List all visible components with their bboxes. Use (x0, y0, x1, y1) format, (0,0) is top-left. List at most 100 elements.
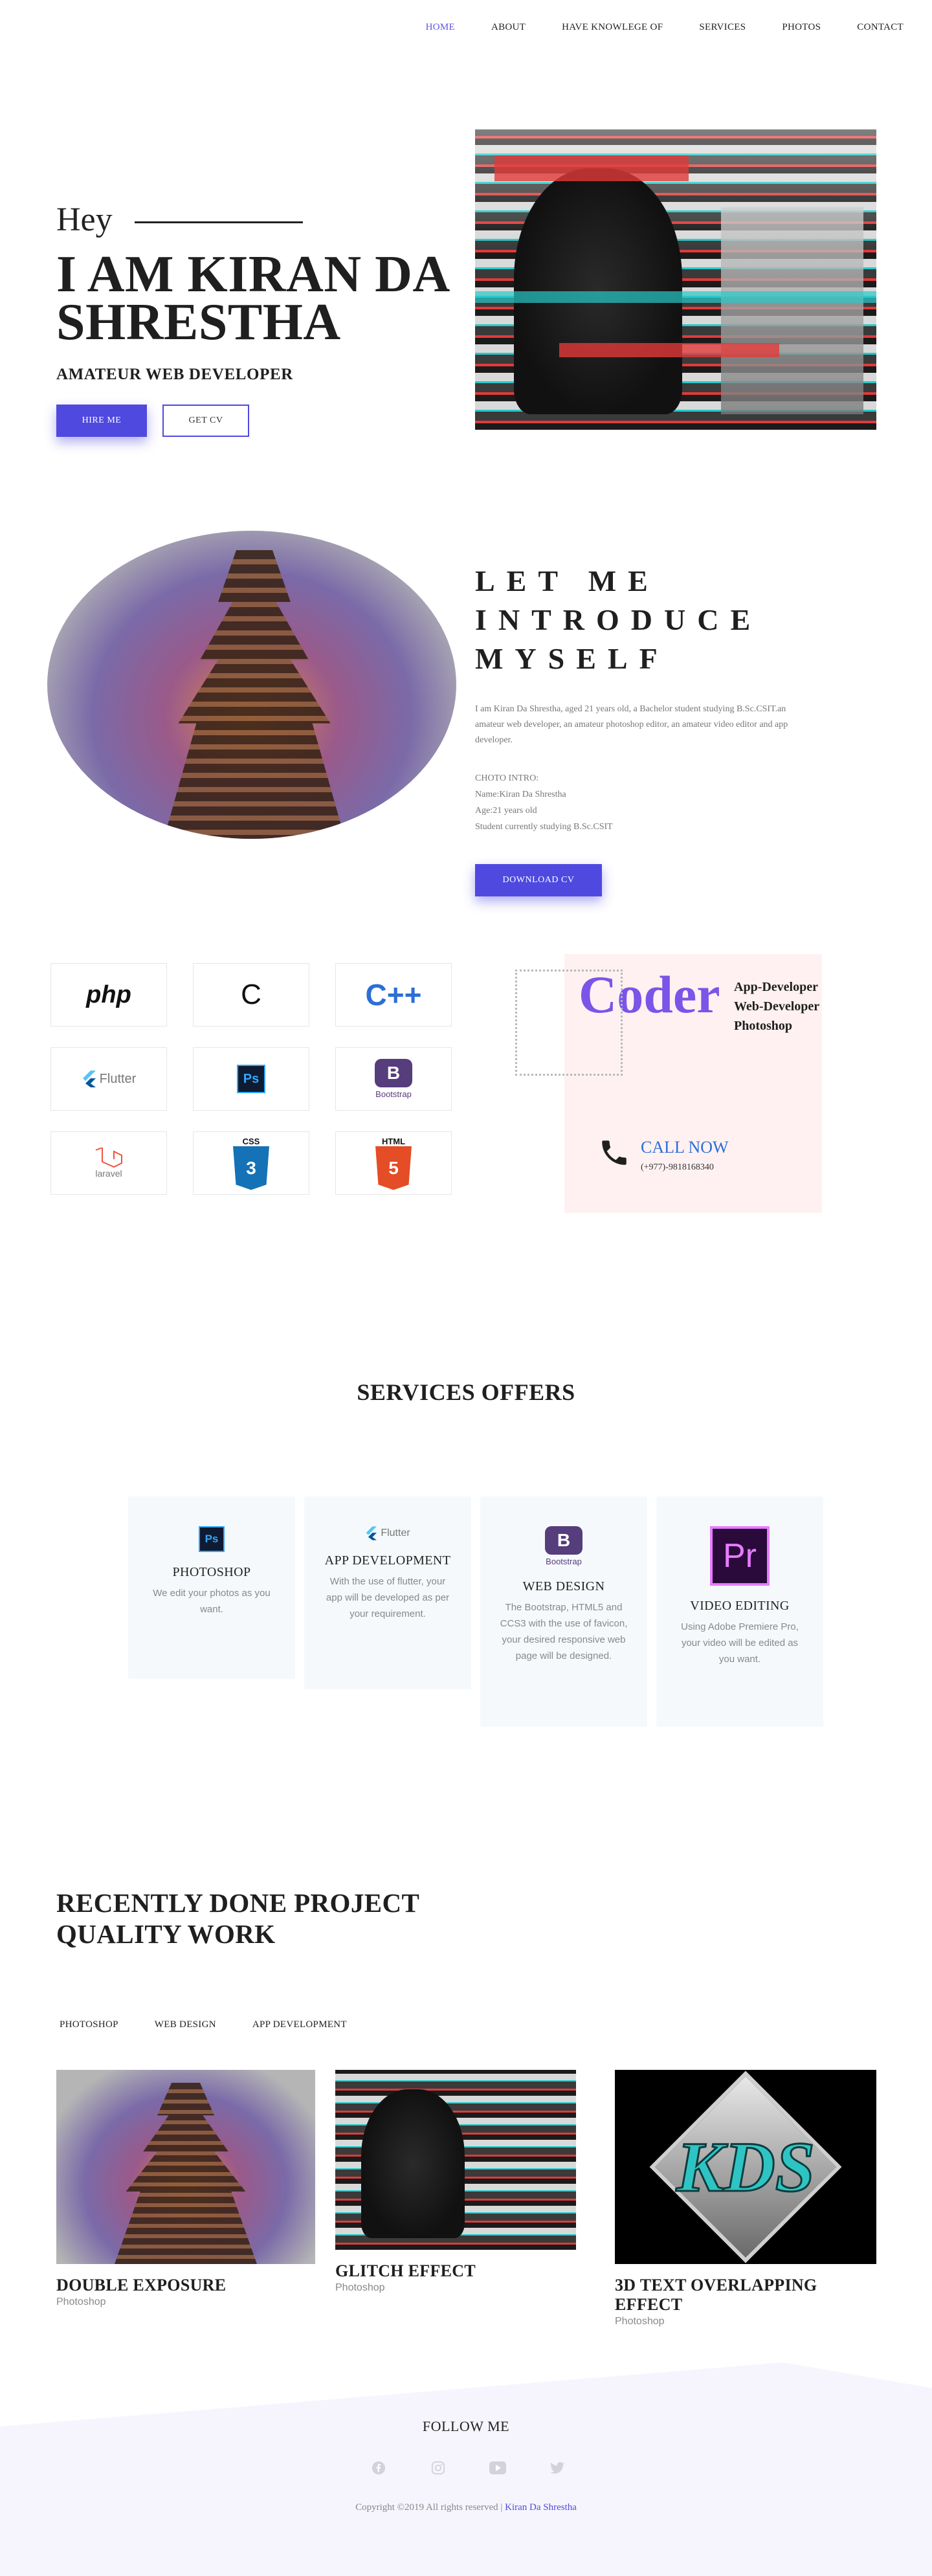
skill-php: php (50, 963, 167, 1027)
hero-glitch-photo (475, 129, 876, 430)
skill-html5: HTML 5 (335, 1131, 452, 1195)
facebook-icon[interactable] (370, 2459, 387, 2476)
services-title: SERVICES OFFERS (357, 1379, 575, 1405)
glitch-layer (475, 291, 876, 303)
premiere-icon: Pr (710, 1526, 770, 1586)
bootstrap-icon: B (545, 1526, 582, 1555)
service-desc: The Bootstrap, HTML5 and CCS3 with the u… (500, 1602, 628, 1661)
service-desc: With the use of flutter, your app will b… (326, 1576, 450, 1619)
skill-photoshop: Ps (193, 1047, 309, 1111)
service-name: VIDEO EDITING (690, 1599, 790, 1613)
get-cv-button[interactable]: GET CV (162, 405, 249, 437)
pagoda-shape (164, 550, 345, 839)
cpp-logo: C++ (365, 978, 422, 1012)
laravel-icon (95, 1148, 122, 1168)
greeting-text: Hey (56, 201, 113, 238)
css3-label: CSS (242, 1136, 260, 1146)
project-image: KDS (615, 2070, 876, 2264)
nav-photos[interactable]: PHOTOS (782, 22, 821, 33)
photoshop-icon: Ps (237, 1065, 265, 1093)
glitch-layer (559, 343, 779, 357)
flutter-logo: Flutter (304, 1526, 471, 1540)
intro-title: LET ME INTRODUCE MYSELF (475, 564, 762, 675)
intro-text: I am Kiran Da Shrestha, aged 21 years ol… (475, 704, 788, 745)
project-card[interactable]: KDS 3D TEXT OVERLAPPING EFFECT Photoshop (615, 2070, 876, 2327)
phone-icon (602, 1140, 627, 1165)
project-image (56, 2070, 315, 2264)
skill-laravel: laravel (50, 1131, 167, 1195)
social-links (370, 2459, 566, 2476)
nav-home[interactable]: HOME (426, 22, 455, 33)
projects-title-line1: RECENTLY DONE PROJECT (56, 1888, 420, 1918)
intro-info-name: Name:Kiran Da Shrestha (475, 790, 566, 799)
skill-css3: CSS 3 (193, 1131, 309, 1195)
nav-services[interactable]: SERVICES (699, 22, 746, 33)
coder-role: App-Developer (734, 980, 818, 994)
instagram-icon[interactable] (430, 2459, 447, 2476)
follow-heading: FOLLOW ME (422, 2418, 510, 2434)
hire-me-button[interactable]: HIRE ME (56, 405, 147, 437)
project-card[interactable]: DOUBLE EXPOSURE Photoshop (56, 2070, 315, 2308)
call-now-link[interactable]: CALL NOW (641, 1138, 729, 1157)
flutter-label: Flutter (99, 1071, 137, 1086)
project-category: Photoshop (56, 2296, 106, 2307)
bootstrap-label: Bootstrap (546, 1557, 582, 1566)
double-exposure-photo (47, 531, 456, 839)
project-tabs: PHOTOSHOP WEB DESIGN APP DEVELOPMENT (60, 2019, 347, 2030)
intro-info: CHOTO INTRO: Name:Kiran Da Shrestha Age:… (475, 770, 799, 835)
service-desc: We edit your photos as you want. (153, 1588, 271, 1615)
project-category: Photoshop (615, 2316, 665, 2327)
service-name: APP DEVELOPMENT (324, 1553, 451, 1568)
flutter-logo: Flutter (82, 1071, 137, 1087)
tab-photoshop[interactable]: PHOTOSHOP (60, 2019, 118, 2030)
tab-app-development[interactable]: APP DEVELOPMENT (252, 2019, 347, 2030)
skill-cpp: C++ (335, 963, 452, 1027)
coder-roles: App-Developer Web-Developer Photoshop (734, 977, 819, 1036)
glitch-layer (494, 155, 689, 181)
nav-about[interactable]: ABOUT (491, 22, 526, 33)
youtube-icon[interactable] (489, 2459, 506, 2476)
twitter-icon[interactable] (549, 2459, 566, 2476)
author-link[interactable]: Kiran Da Shrestha (505, 2502, 577, 2513)
intro-info-age: Age:21 years old (475, 806, 537, 816)
hero-role: AMATEUR WEB DEVELOPER (56, 366, 293, 383)
service-card-photoshop: Ps PHOTOSHOP We edit your photos as you … (128, 1496, 295, 1679)
service-card-web: B Bootstrap WEB DESIGN The Bootstrap, HT… (480, 1496, 647, 1727)
css3-icon: 3 (233, 1146, 269, 1190)
laravel-label: laravel (95, 1168, 122, 1179)
nav-contact[interactable]: CONTACT (857, 22, 904, 33)
skills-grid: php C C++ Flutter Ps B Bootstrap laravel… (50, 963, 452, 1195)
html5-label: HTML (381, 1136, 406, 1146)
hero-section: Hey I AM KIRAN DA SHRESTHA AMATEUR WEB D… (56, 201, 471, 437)
service-name: WEB DESIGN (522, 1579, 605, 1593)
service-name: PHOTOSHOP (172, 1565, 251, 1579)
greeting-row: Hey (56, 201, 471, 239)
project-name: 3D TEXT OVERLAPPING EFFECT (615, 2276, 817, 2314)
skill-c: C (193, 963, 309, 1027)
top-nav: HOME ABOUT HAVE KNOWLEGE OF SERVICES PHO… (390, 22, 904, 33)
project-name: DOUBLE EXPOSURE (56, 2276, 227, 2294)
coder-role: Photoshop (734, 1019, 793, 1033)
dotted-decoration (515, 970, 623, 1076)
bootstrap-label: Bootstrap (375, 1089, 412, 1099)
project-name: GLITCH EFFECT (335, 2261, 476, 2280)
nav-knowledge[interactable]: HAVE KNOWLEGE OF (562, 22, 663, 33)
greeting-line (134, 221, 303, 223)
projects-title-line2: QUALITY WORK (56, 1919, 276, 1949)
flutter-icon (82, 1071, 96, 1087)
intro-info-heading: CHOTO INTRO: (475, 773, 539, 783)
service-desc: Using Adobe Premiere Pro, your video wil… (681, 1621, 799, 1665)
intro-info-study: Student currently studying B.Sc.CSIT (475, 822, 613, 832)
tab-web-design[interactable]: WEB DESIGN (155, 2019, 216, 2030)
project-card[interactable]: GLITCH EFFECT Photoshop (335, 2070, 576, 2294)
copyright: Copyright ©2019 All rights reserved | Ki… (0, 2502, 932, 2513)
pagoda-shape (115, 2083, 257, 2264)
skill-bootstrap: B Bootstrap (335, 1047, 452, 1111)
project-image (335, 2070, 576, 2250)
flutter-icon (366, 1526, 377, 1540)
skill-flutter: Flutter (50, 1047, 167, 1111)
phone-number: (+977)-9818168340 (641, 1162, 714, 1172)
kds-logo-text: KDS (676, 2126, 816, 2207)
service-card-video: Pr VIDEO EDITING Using Adobe Premiere Pr… (656, 1496, 823, 1727)
download-cv-button[interactable]: DOWNLOAD CV (475, 864, 602, 896)
